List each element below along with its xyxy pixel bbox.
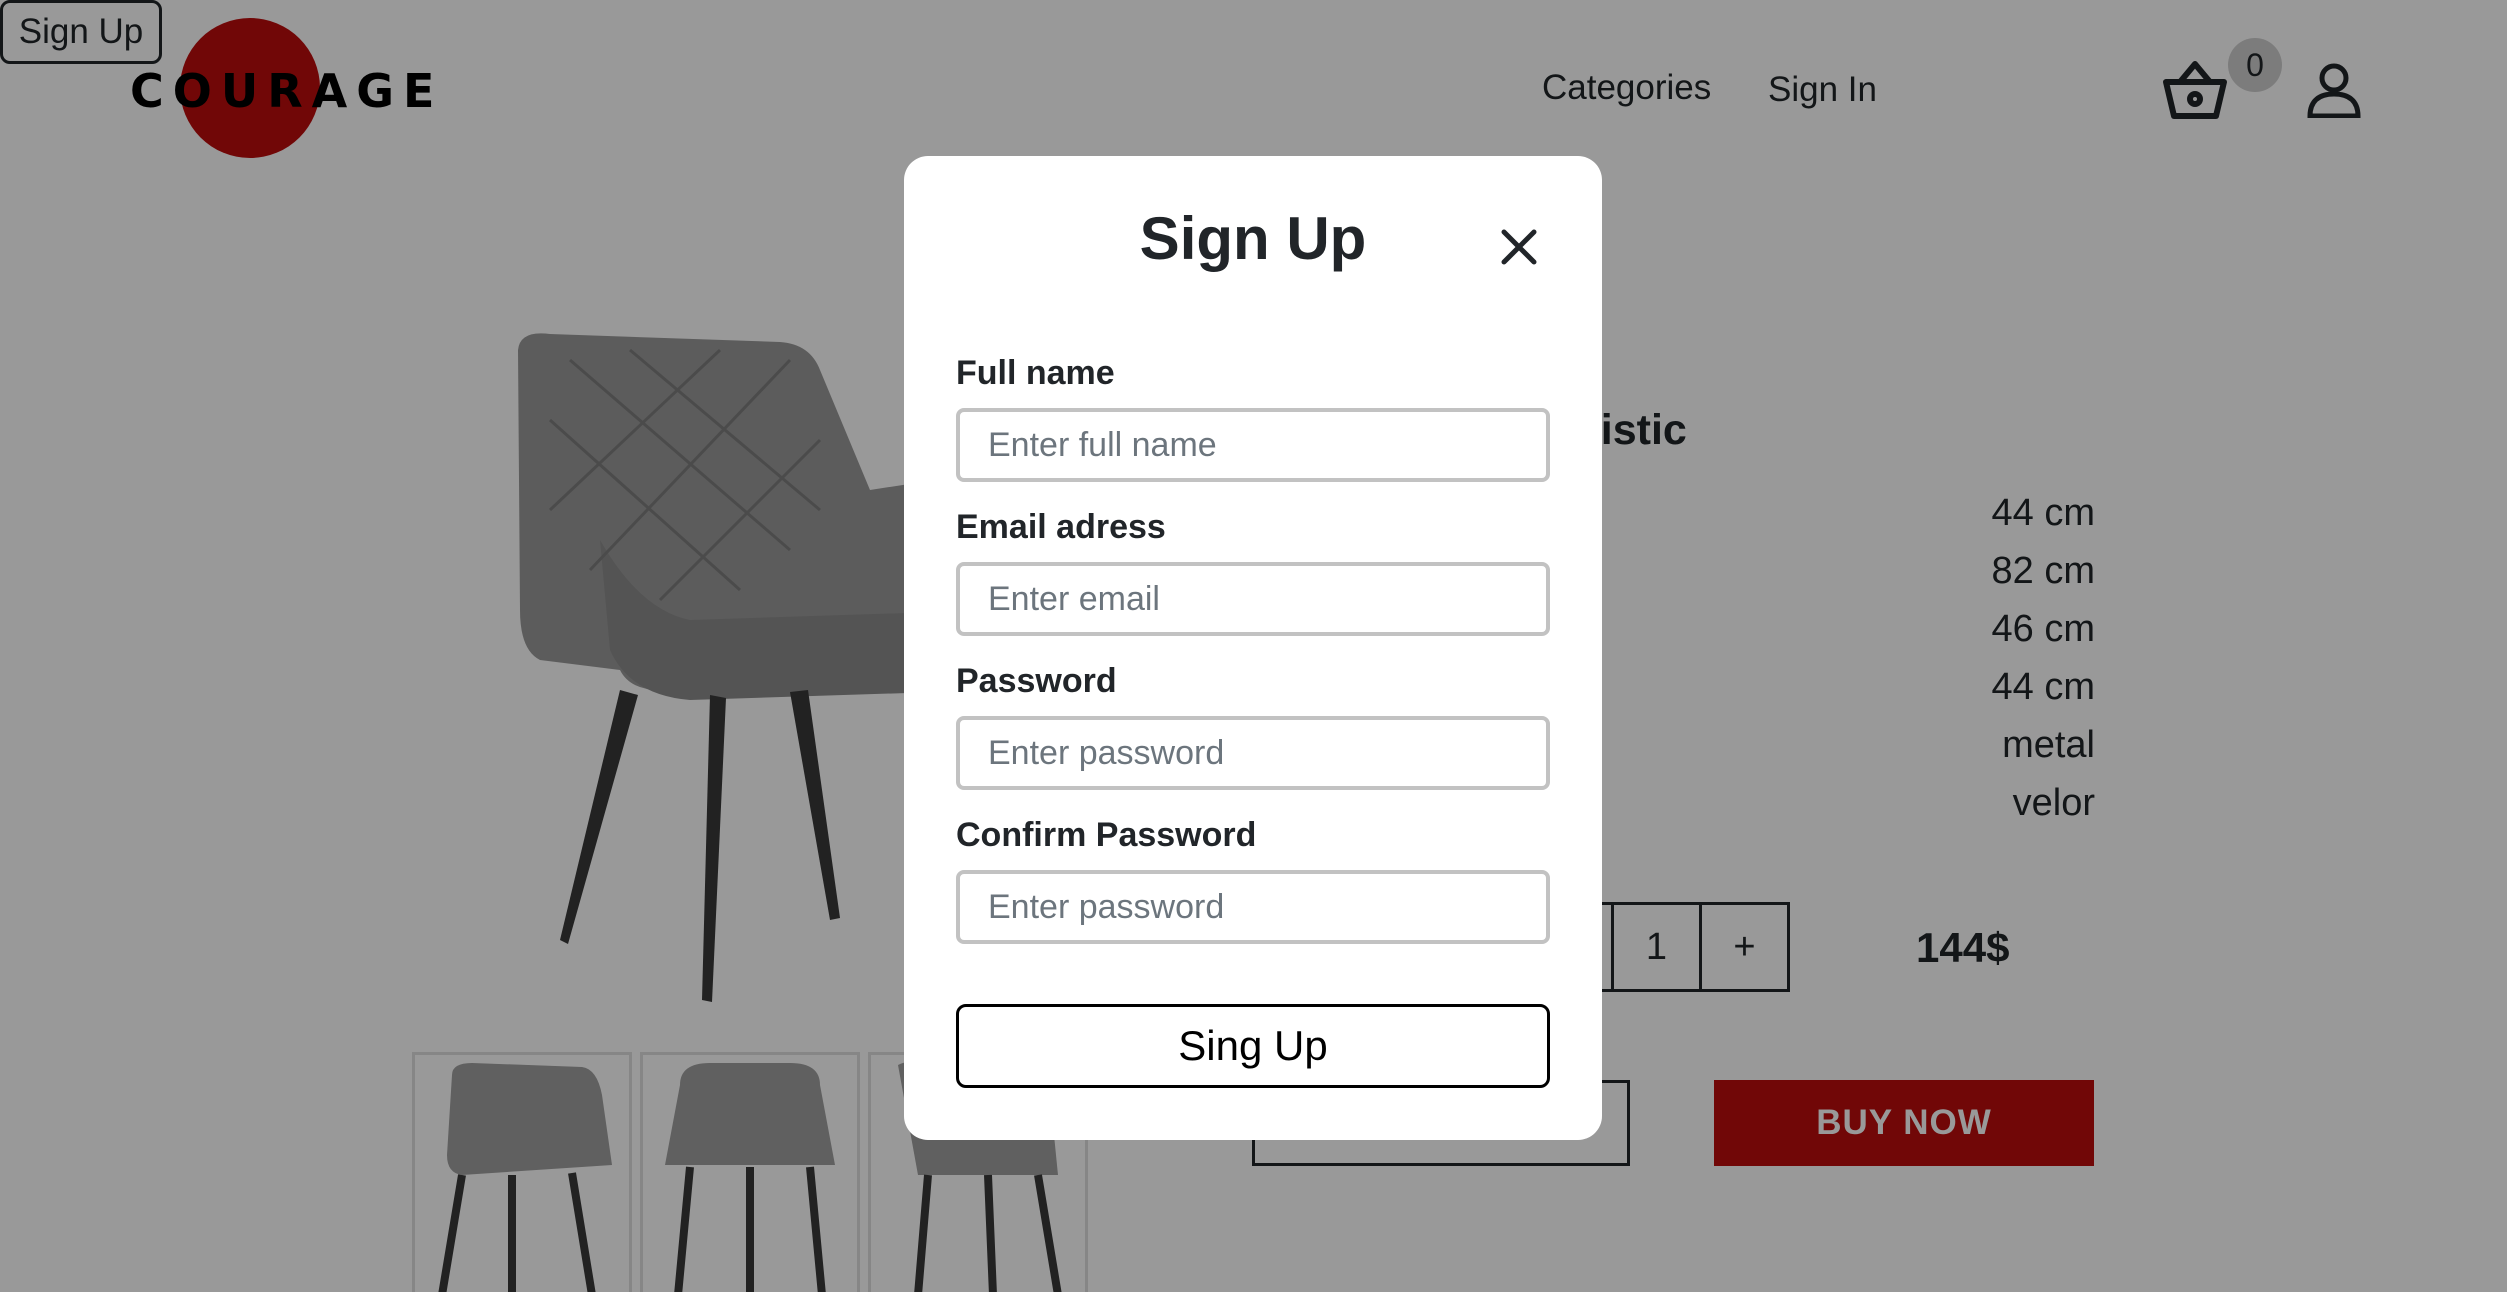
sign-up-modal: Sign Up Full name Email adress Password … — [904, 156, 1602, 1140]
confirm-password-input[interactable] — [956, 870, 1550, 944]
password-label: Password — [956, 662, 1117, 700]
password-input[interactable] — [956, 716, 1550, 790]
close-icon[interactable] — [1494, 222, 1544, 272]
full-name-input[interactable] — [956, 408, 1550, 482]
full-name-label: Full name — [956, 354, 1115, 392]
sign-up-submit-button[interactable]: Sing Up — [956, 1004, 1550, 1088]
confirm-password-label: Confirm Password — [956, 816, 1257, 854]
email-input[interactable] — [956, 562, 1550, 636]
email-label: Email adress — [956, 508, 1166, 546]
